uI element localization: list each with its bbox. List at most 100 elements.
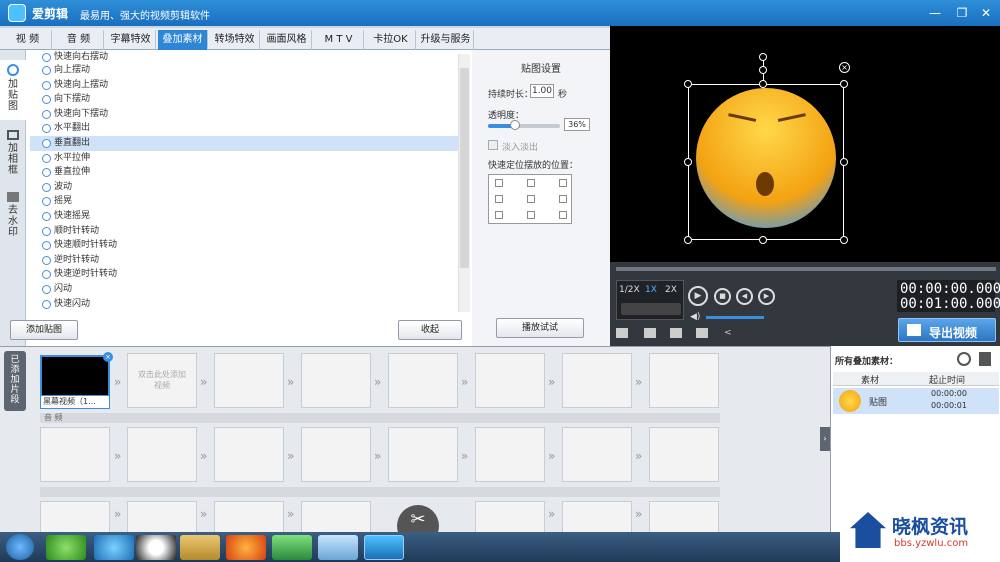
tab-subtitle[interactable]: 字幕特效 xyxy=(106,30,156,50)
resize-handle-br[interactable] xyxy=(840,236,848,244)
list-item[interactable]: 闪动 xyxy=(30,282,458,297)
position-cell[interactable] xyxy=(559,179,567,187)
fade-checkbox[interactable] xyxy=(488,140,498,150)
drop-slot[interactable] xyxy=(301,501,371,533)
jog-slider[interactable] xyxy=(621,303,681,315)
list-item[interactable]: 向上摆动 xyxy=(30,63,458,78)
position-cell[interactable] xyxy=(559,195,567,203)
drop-slot[interactable] xyxy=(562,427,632,482)
resize-handle-bl[interactable] xyxy=(684,236,692,244)
collapse-button[interactable]: 收起 xyxy=(398,320,462,340)
drop-slot[interactable] xyxy=(562,353,632,408)
position-cell[interactable] xyxy=(495,211,503,219)
list-item[interactable]: 水平翻出 xyxy=(30,121,458,136)
list-scrollbar[interactable] xyxy=(458,54,470,312)
side-tab-frame[interactable]: 加相框 xyxy=(0,126,26,186)
save-as-icon[interactable] xyxy=(696,328,708,338)
ie-browser-icon[interactable] xyxy=(94,535,134,560)
aijianji-taskbar-icon[interactable] xyxy=(364,535,404,560)
list-item[interactable]: 逆时针转动 xyxy=(30,253,458,268)
resize-handle-tl[interactable] xyxy=(684,80,692,88)
list-item[interactable]: 快速向上摆动 xyxy=(30,78,458,93)
speed-1x[interactable]: 1X xyxy=(645,285,657,295)
list-item[interactable]: 摇晃 xyxy=(30,194,458,209)
drop-slot[interactable] xyxy=(388,353,458,408)
speed-2x[interactable]: 2X xyxy=(665,285,677,295)
trash-icon[interactable] xyxy=(979,352,991,366)
drop-slot[interactable] xyxy=(649,427,719,482)
minimize-button[interactable]: — xyxy=(925,4,945,22)
save-icon[interactable] xyxy=(670,328,682,338)
drop-slot[interactable] xyxy=(214,427,284,482)
drop-slot[interactable] xyxy=(301,353,371,408)
add-sticker-button[interactable]: 添加贴图 xyxy=(10,320,78,340)
tab-style[interactable]: 画面风格 xyxy=(262,30,312,50)
clip-delete-icon[interactable]: × xyxy=(103,352,113,362)
preview-play-button[interactable]: 播放试试 xyxy=(496,318,584,338)
resize-handle-b[interactable] xyxy=(759,236,767,244)
drop-slot[interactable] xyxy=(40,427,110,482)
list-item[interactable]: 波动 xyxy=(30,180,458,195)
tab-video[interactable]: 视 频 xyxy=(4,30,52,50)
drop-slot[interactable] xyxy=(475,501,545,533)
new-icon[interactable] xyxy=(616,328,628,338)
tab-karaoke[interactable]: 卡拉OK xyxy=(366,30,416,50)
drop-slot[interactable] xyxy=(127,501,197,533)
drop-slot[interactable] xyxy=(40,501,110,533)
resize-handle-l[interactable] xyxy=(684,158,692,166)
start-button-icon[interactable] xyxy=(6,534,34,560)
media-player-icon[interactable] xyxy=(272,535,312,560)
share-icon[interactable]: < xyxy=(724,328,736,338)
sticker-delete-icon[interactable]: × xyxy=(839,62,850,73)
speed-half[interactable]: 1/2X xyxy=(619,285,640,295)
list-item[interactable]: 快速顺时针转动 xyxy=(30,238,458,253)
qq-icon[interactable] xyxy=(136,535,176,560)
side-tab-watermark[interactable]: 去水印 xyxy=(0,188,26,248)
volume-icon[interactable]: ◀) xyxy=(690,312,700,322)
drop-slot[interactable]: 双击此处添加视频 xyxy=(127,353,197,408)
drop-slot[interactable] xyxy=(301,427,371,482)
drop-slot[interactable] xyxy=(649,353,719,408)
list-item[interactable]: 快速闪动 xyxy=(30,297,458,312)
list-item[interactable]: 水平拉伸 xyxy=(30,151,458,166)
expand-panel-icon[interactable]: › xyxy=(820,427,830,451)
opacity-slider[interactable] xyxy=(488,120,560,130)
play-icon[interactable]: ▶ xyxy=(688,286,708,306)
position-cell[interactable] xyxy=(527,211,535,219)
list-item[interactable]: 快速摇晃 xyxy=(30,209,458,224)
export-button[interactable]: 导出视频 xyxy=(898,318,996,342)
drop-slot[interactable] xyxy=(214,501,284,533)
tab-transition[interactable]: 转场特效 xyxy=(210,30,260,50)
video-preview[interactable]: × xyxy=(610,26,1000,262)
side-tab-sticker[interactable]: 加贴图 xyxy=(0,60,26,120)
browser-360-icon[interactable] xyxy=(46,535,86,560)
prev-frame-icon[interactable]: ◀ xyxy=(736,288,753,305)
resize-handle-t[interactable] xyxy=(759,80,767,88)
position-cell[interactable] xyxy=(527,179,535,187)
window-app-icon[interactable] xyxy=(318,535,358,560)
resize-handle-r[interactable] xyxy=(840,158,848,166)
drop-slot[interactable] xyxy=(214,353,284,408)
duration-input[interactable]: 1.00 xyxy=(530,84,554,98)
seek-bar[interactable] xyxy=(616,267,996,271)
list-item-selected[interactable]: 垂直翻出 xyxy=(30,136,458,151)
drop-slot[interactable] xyxy=(562,501,632,533)
added-clips-tab[interactable]: 已添加片段 xyxy=(4,351,26,411)
list-item[interactable]: 垂直拉伸 xyxy=(30,165,458,180)
position-cell[interactable] xyxy=(495,179,503,187)
drop-slot[interactable] xyxy=(127,427,197,482)
back-icon[interactable] xyxy=(957,352,971,366)
table-row[interactable]: 贴图 00:00:00 00:00:01 xyxy=(833,388,999,414)
drop-slot[interactable] xyxy=(475,353,545,408)
list-item[interactable]: 快速逆时针转动 xyxy=(30,267,458,282)
resize-handle-tr[interactable] xyxy=(840,80,848,88)
volume-slider[interactable] xyxy=(706,316,764,319)
drop-slot[interactable] xyxy=(388,427,458,482)
explorer-icon[interactable] xyxy=(180,535,220,560)
folder-icon[interactable] xyxy=(644,328,656,338)
tab-audio[interactable]: 音 频 xyxy=(54,30,104,50)
next-frame-icon[interactable]: ▶ xyxy=(758,288,775,305)
position-cell[interactable] xyxy=(495,195,503,203)
rotate-handle-2[interactable] xyxy=(759,66,767,74)
drop-slot[interactable] xyxy=(475,427,545,482)
